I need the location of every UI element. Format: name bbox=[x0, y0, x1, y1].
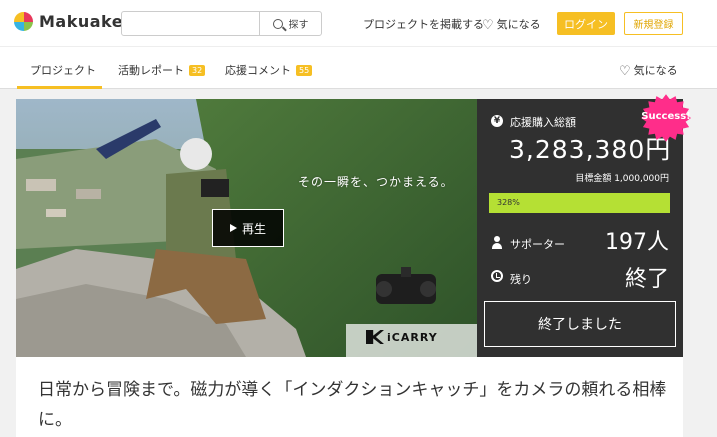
project-tabs: プロジェクト 活動レポート 32 応援コメント 55 ♡ 気になる bbox=[0, 46, 717, 89]
search-input[interactable]: 探す bbox=[121, 11, 322, 36]
project-title-block: 日常から冒険まで。磁力が導く「インダクションキャッチ」をカメラの頼れる相棒に。 bbox=[16, 357, 683, 437]
project-hero-image[interactable]: その一瞬を、つかまえる。 再生 iCARRY bbox=[16, 99, 477, 357]
favorite-label: 気になる bbox=[633, 64, 678, 77]
logo-icon bbox=[14, 12, 33, 31]
brand-logo: iCARRY bbox=[366, 330, 438, 344]
search-icon bbox=[272, 18, 283, 29]
clock-icon bbox=[491, 270, 503, 282]
heart-icon: ♡ bbox=[619, 64, 631, 79]
remaining-label: 残り bbox=[510, 273, 532, 286]
ended-button[interactable]: 終了しました bbox=[484, 301, 676, 347]
makuake-logo[interactable]: Makuake bbox=[14, 12, 123, 31]
site-header: Makuake 探す プロジェクトを掲載する ♡ 気になる ログイン 新規登録 bbox=[0, 0, 717, 46]
search-button[interactable]: 探す bbox=[259, 12, 321, 35]
target-amount: 目標金額 1,000,000円 bbox=[575, 174, 669, 184]
play-label: 再生 bbox=[241, 221, 266, 236]
logo-text: Makuake bbox=[39, 12, 124, 31]
brand-mark-icon bbox=[366, 330, 384, 344]
supporters-label: サポーター bbox=[510, 238, 565, 251]
signup-button[interactable]: 新規登録 bbox=[624, 12, 683, 35]
comments-count-badge: 55 bbox=[296, 64, 313, 76]
search-button-label: 探す bbox=[288, 20, 309, 31]
tab-activity-report-label: 活動レポート bbox=[118, 64, 184, 77]
supporters-value: 197人 bbox=[605, 230, 669, 255]
tab-project-label: プロジェクト bbox=[30, 64, 96, 77]
total-label: 応援購入総額 bbox=[510, 116, 576, 129]
play-icon bbox=[229, 224, 237, 232]
tab-activity-report[interactable]: 活動レポート 32 bbox=[118, 62, 206, 78]
brand-name: iCARRY bbox=[387, 330, 438, 344]
post-project-link[interactable]: プロジェクトを掲載する bbox=[363, 16, 484, 32]
yen-icon: ¥ bbox=[491, 115, 503, 127]
person-icon bbox=[491, 236, 503, 249]
project-title: 日常から冒険まで。磁力が導く「インダクションキャッチ」をカメラの頼れる相棒に。 bbox=[38, 380, 667, 430]
progress-text: 328% bbox=[497, 198, 520, 207]
favorites-link[interactable]: ♡ 気になる bbox=[482, 16, 541, 33]
heart-icon: ♡ bbox=[482, 18, 494, 33]
activity-count-badge: 32 bbox=[189, 64, 206, 76]
favorites-label: 気になる bbox=[496, 18, 541, 31]
tab-support-comments[interactable]: 応援コメント 55 bbox=[225, 62, 313, 78]
tab-support-comments-label: 応援コメント bbox=[225, 64, 291, 77]
success-badge: Success! bbox=[637, 92, 695, 144]
hero-catchphrase: その一瞬を、つかまえる。 bbox=[298, 175, 454, 189]
favorite-button[interactable]: ♡ 気になる bbox=[619, 62, 678, 79]
remaining-value: 終了 bbox=[624, 267, 669, 292]
tab-project[interactable]: プロジェクト bbox=[30, 62, 96, 78]
success-badge-text: Success! bbox=[641, 111, 691, 122]
play-video-button[interactable]: 再生 bbox=[212, 209, 284, 247]
login-button[interactable]: ログイン bbox=[557, 12, 615, 35]
active-tab-indicator bbox=[17, 86, 102, 89]
progress-bar: 328% bbox=[489, 193, 670, 213]
